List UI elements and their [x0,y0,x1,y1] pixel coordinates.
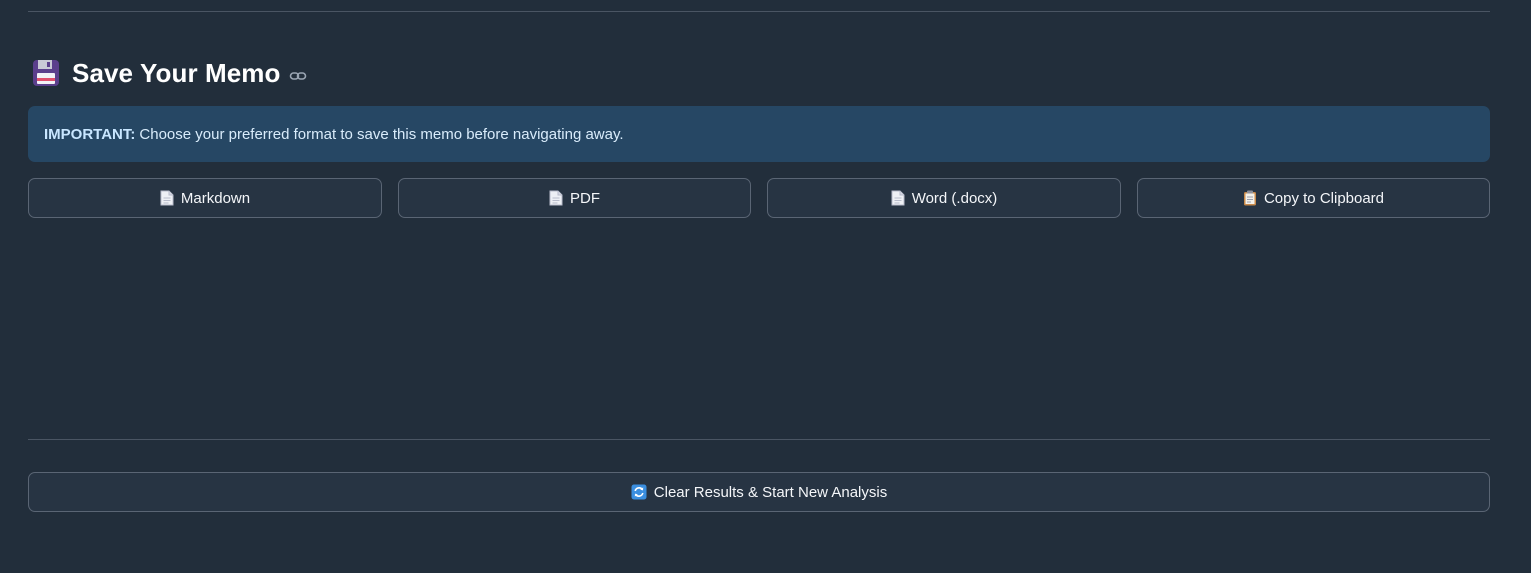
clear-button-label: Clear Results & Start New Analysis [653,483,888,501]
document-icon [891,190,905,206]
refresh-icon [631,484,647,500]
alert-message: Choose your preferred format to save thi… [139,125,624,143]
copy-to-clipboard-button[interactable]: Copy to Clipboard [1137,178,1490,218]
document-icon [160,190,174,206]
clipboard-button-label: Copy to Clipboard [1263,189,1385,207]
page-title: Save Your Memo [72,57,281,88]
markdown-download-button[interactable]: Markdown [28,178,382,218]
section-heading: Save Your Memo [32,56,307,90]
markdown-button-label: Markdown [180,189,251,207]
word-download-button[interactable]: Word (.docx) [767,178,1121,218]
top-divider [28,11,1490,12]
bottom-divider [28,439,1490,440]
page: Save Your Memo IMPORTANT: Choose your pr… [0,0,1531,573]
link-icon[interactable] [289,67,307,85]
document-icon [549,190,563,206]
pdf-button-label: PDF [570,189,600,207]
important-alert: IMPORTANT: Choose your preferred format … [28,106,1490,162]
clear-results-button[interactable]: Clear Results & Start New Analysis [28,472,1490,512]
word-button-label: Word (.docx) [911,189,998,207]
pdf-download-button[interactable]: PDF [398,178,751,218]
floppy-disk-icon [32,59,60,87]
clipboard-icon [1243,190,1257,206]
alert-strong-label: IMPORTANT: [44,125,136,143]
